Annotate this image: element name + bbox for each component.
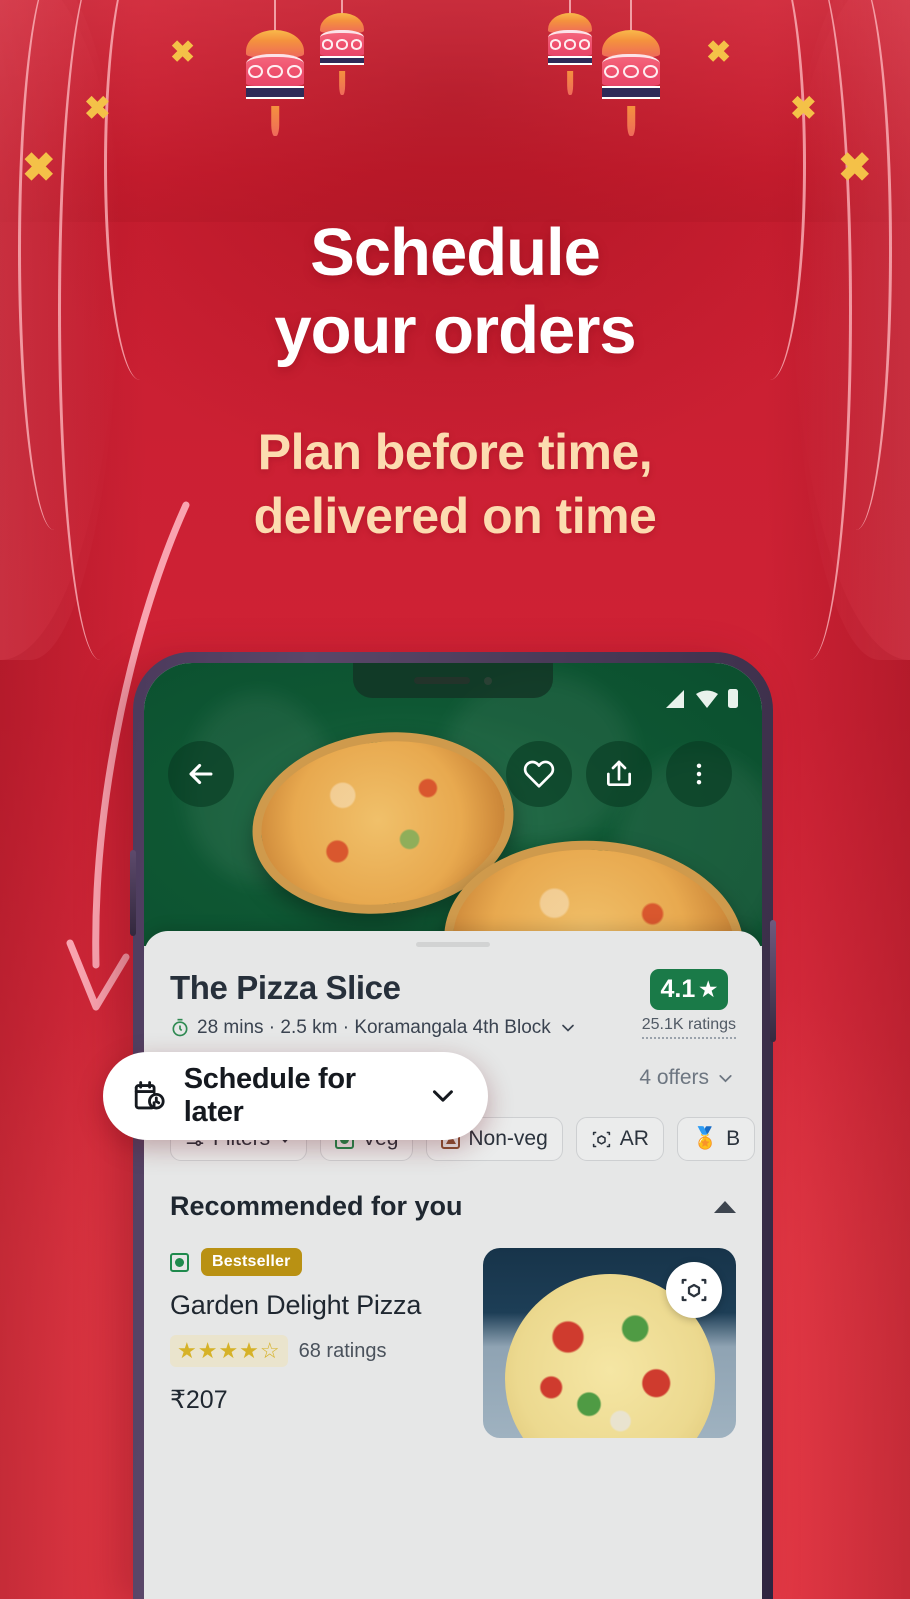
rating-value: 4.1 [660, 975, 696, 1003]
back-button[interactable] [168, 741, 234, 807]
earpiece-speaker [414, 677, 470, 684]
phone-volume-button[interactable] [130, 850, 136, 936]
filter-chip-bestseller[interactable]: 🏅 B [676, 1117, 756, 1161]
sparkle-icon: ✖ [838, 146, 872, 190]
more-options-button[interactable] [666, 741, 732, 807]
sparkle-icon: ✖ [706, 36, 732, 69]
restaurant-rating[interactable]: 4.1 ★ 25.1K ratings [641, 969, 736, 1039]
veg-mark-icon [170, 1252, 189, 1272]
signal-bars-icon [666, 690, 684, 708]
chevron-down-icon [719, 1074, 732, 1082]
heart-icon [523, 760, 555, 788]
hanging-lantern [602, 0, 660, 140]
chevron-down-icon[interactable] [426, 1078, 460, 1114]
phone-notch [353, 663, 553, 698]
restaurant-detail-sheet: The Pizza Slice 28 mins · 2.5 km · Koram… [144, 931, 762, 1599]
share-button[interactable] [586, 741, 652, 807]
promo-headline-line2: your orders [274, 292, 636, 368]
dish-badges: Bestseller [170, 1248, 463, 1276]
share-icon [607, 760, 631, 786]
schedule-pill-label: Schedule for later [183, 1063, 356, 1128]
sparkle-icon: ✖ [22, 146, 56, 190]
restaurant-name: The Pizza Slice [170, 969, 401, 1006]
section-title: Recommended for you [170, 1191, 463, 1221]
restaurant-header: The Pizza Slice 28 mins · 2.5 km · Koram… [144, 947, 762, 1039]
hanging-lantern [320, 0, 364, 110]
filter-chip-label: B [726, 1127, 741, 1150]
bestseller-badge: Bestseller [201, 1248, 302, 1276]
front-camera [484, 676, 492, 685]
caret-up-icon[interactable] [714, 1200, 736, 1213]
favorite-button[interactable] [506, 741, 572, 807]
hanging-lantern [246, 0, 304, 140]
phone-power-button[interactable] [770, 920, 776, 1042]
kebab-menu-icon [696, 763, 702, 785]
dish-name: Garden Delight Pizza [170, 1290, 422, 1320]
rating-count: 25.1K ratings [641, 1016, 736, 1039]
dish-list-item[interactable]: Bestseller Garden Delight Pizza ★★★★☆ 68… [144, 1222, 762, 1438]
arrow-left-icon [189, 763, 213, 785]
ar-cube-icon [592, 1131, 610, 1147]
dish-image[interactable] [483, 1248, 736, 1438]
status-bar [664, 688, 740, 709]
star-icon: ★ [699, 979, 718, 1001]
restaurant-meta: 28 mins · 2.5 km · Koramangala 4th Block [170, 1017, 578, 1039]
star-rating-icon: ★★★★☆ [170, 1335, 288, 1367]
dish-price: ₹207 [170, 1386, 228, 1414]
sparkle-icon: ✖ [170, 36, 196, 69]
medal-icon: 🏅 [691, 1127, 719, 1150]
battery-icon [728, 689, 738, 708]
promo-headline-line1: Schedule [310, 215, 601, 290]
wifi-icon [696, 690, 718, 708]
chevron-down-icon[interactable] [558, 1018, 578, 1038]
ar-view-button[interactable] [666, 1262, 722, 1318]
offer-more[interactable]: 4 offers [639, 1066, 736, 1090]
filter-chip-label: Non-veg [468, 1127, 548, 1150]
filter-chip-label: AR [619, 1127, 649, 1150]
promo-headline: Schedule your orders [0, 214, 910, 369]
promo-subline-line1: Plan before time, [257, 424, 653, 480]
offer-more-label: 4 offers [639, 1066, 709, 1089]
dish-rating-count: 68 ratings [298, 1339, 387, 1362]
restaurant-meta-text: 28 mins · 2.5 km · Koramangala 4th Block [197, 1017, 551, 1038]
restaurant-hero-banner [144, 663, 762, 946]
stopwatch-icon [172, 1018, 188, 1037]
dish-rating: ★★★★☆ 68 ratings [170, 1335, 463, 1367]
rating-badge: 4.1 ★ [649, 969, 729, 1010]
recommended-section-header[interactable]: Recommended for you [144, 1161, 762, 1222]
hanging-lantern [548, 0, 592, 110]
sparkle-icon: ✖ [790, 90, 817, 126]
filter-chip-ar[interactable]: AR [575, 1117, 664, 1161]
sparkle-icon: ✖ [84, 90, 111, 126]
ar-cube-icon [681, 1278, 707, 1302]
calendar-clock-icon [134, 1081, 165, 1110]
schedule-for-later-pill[interactable]: Schedule for later [103, 1052, 488, 1140]
